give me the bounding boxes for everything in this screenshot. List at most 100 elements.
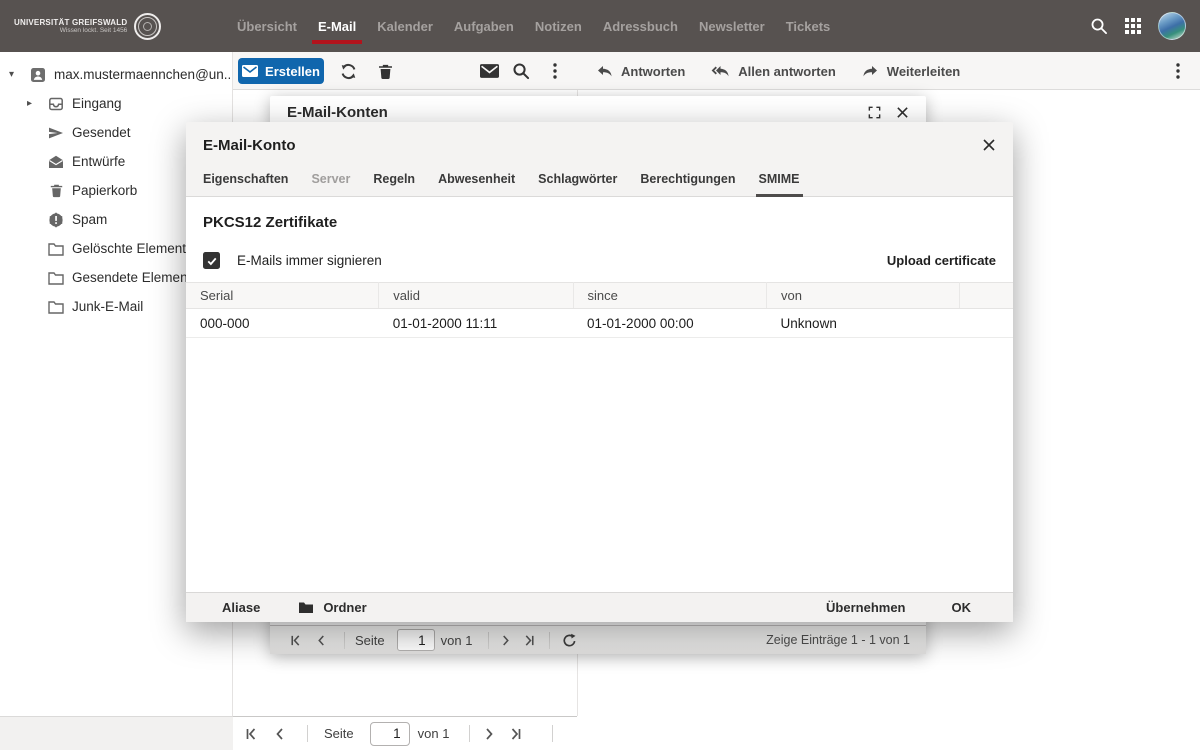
nav-tab-kalender[interactable]: Kalender <box>377 19 433 34</box>
compose-button[interactable]: Erstellen <box>238 58 324 84</box>
university-logo: UNIVERSITÄT GREIFSWALD Wissen lockt. Sei… <box>14 0 161 52</box>
grid-status-text: Zeige Einträge 1 - 1 von 1 <box>766 633 910 647</box>
reply-button[interactable]: Antworten <box>596 63 685 79</box>
column-serial[interactable]: Serial <box>186 283 379 309</box>
logo-title: UNIVERSITÄT GREIFSWALD <box>14 18 127 27</box>
account-dialog-tabs: Eigenschaften Server Regeln Abwesenheit … <box>186 168 1013 197</box>
tab-schlagwoerter[interactable]: Schlagwörter <box>538 168 617 196</box>
first-page-icon[interactable] <box>290 634 301 647</box>
table-header-row: Serial valid since von <box>186 283 1013 309</box>
nav-tab-uebersicht[interactable]: Übersicht <box>237 19 297 34</box>
cell-valid: 01-01-2000 11:11 <box>379 309 573 338</box>
reply-all-button[interactable]: Allen antworten <box>711 63 836 79</box>
nav-tab-tickets[interactable]: Tickets <box>786 19 831 34</box>
next-page-icon[interactable] <box>484 727 494 741</box>
user-avatar[interactable] <box>1158 12 1186 40</box>
accounts-grid-pagination: Seite von 1 Zeige Einträge 1 - 1 von 1 <box>270 625 926 654</box>
mail-account-row[interactable]: ▾ max.mustermaennchen@un... <box>0 60 232 89</box>
spam-icon <box>48 212 64 228</box>
column-since[interactable]: since <box>573 283 767 309</box>
tab-server: Server <box>311 168 350 196</box>
page-of-label: von 1 <box>418 726 450 741</box>
page-number-input[interactable] <box>397 629 435 651</box>
folder-icon <box>48 299 64 315</box>
nav-tab-adressbuch[interactable]: Adressbuch <box>603 19 678 34</box>
mail-list-pagination: Seite von 1 <box>233 716 577 750</box>
aliases-button[interactable]: Aliase <box>222 600 260 615</box>
more-options-icon[interactable] <box>543 59 567 83</box>
certificate-row[interactable]: 000-000 01-01-2000 11:11 01-01-2000 00:0… <box>186 309 1013 338</box>
certificates-table: Serial valid since von 000-000 01-01-200… <box>186 282 1013 338</box>
reply-arrow-icon <box>596 63 613 79</box>
nav-tab-newsletter[interactable]: Newsletter <box>699 19 765 34</box>
ok-button[interactable]: OK <box>952 600 972 615</box>
cell-since: 01-01-2000 00:00 <box>573 309 767 338</box>
close-icon[interactable] <box>982 138 996 152</box>
last-page-icon[interactable] <box>524 634 535 647</box>
page-number-input[interactable] <box>370 722 410 746</box>
email-account-dialog: E-Mail-Konto Eigenschaften Server Regeln… <box>186 122 1013 622</box>
account-label: max.mustermaennchen@un... <box>54 67 232 82</box>
nav-tab-aufgaben[interactable]: Aufgaben <box>454 19 514 34</box>
page-label: Seite <box>355 633 385 648</box>
refresh-icon[interactable] <box>336 59 360 83</box>
prev-page-icon[interactable] <box>317 634 326 647</box>
search-icon[interactable] <box>1090 17 1108 35</box>
university-seal-icon <box>134 13 161 40</box>
mail-toolbar: Erstellen Antworten Allen antworten <box>233 52 1200 90</box>
nav-tab-notizen[interactable]: Notizen <box>535 19 582 34</box>
forward-button[interactable]: Weiterleiten <box>862 63 960 79</box>
account-dialog-title: E-Mail-Konto <box>203 137 295 154</box>
nav-tab-email[interactable]: E-Mail <box>318 19 356 34</box>
folder-icon <box>48 241 64 257</box>
tab-berechtigungen[interactable]: Berechtigungen <box>640 168 735 196</box>
first-page-icon[interactable] <box>245 727 257 741</box>
sidebar-footer-strip <box>0 716 233 750</box>
section-title: PKCS12 Zertifikate <box>203 214 996 231</box>
account-person-icon <box>30 67 46 83</box>
app-grid-icon[interactable] <box>1125 18 1141 34</box>
folder-icon <box>298 601 314 614</box>
envelope-icon <box>242 65 258 77</box>
page-of-label: von 1 <box>441 633 473 648</box>
caret-down-icon[interactable]: ▾ <box>9 69 23 80</box>
mail-icon[interactable] <box>477 59 501 83</box>
forward-arrow-icon <box>862 63 879 79</box>
topbar: UNIVERSITÄT GREIFSWALD Wissen lockt. Sei… <box>0 0 1200 52</box>
app-nav: Übersicht E-Mail Kalender Aufgaben Notiz… <box>237 0 830 52</box>
send-icon <box>48 125 64 141</box>
page-label: Seite <box>324 726 354 741</box>
detail-more-options-icon[interactable] <box>1166 59 1190 83</box>
next-page-icon[interactable] <box>501 634 510 647</box>
column-valid[interactable]: valid <box>379 283 573 309</box>
reply-all-arrow-icon <box>711 63 730 79</box>
upload-certificate-button[interactable]: Upload certificate <box>887 253 996 268</box>
tab-regeln[interactable]: Regeln <box>373 168 415 196</box>
delete-icon[interactable] <box>373 59 397 83</box>
draft-envelope-icon <box>48 154 64 170</box>
cell-serial: 000-000 <box>186 309 379 338</box>
maximize-icon[interactable] <box>867 105 882 120</box>
cell-von: Unknown <box>767 309 960 338</box>
tab-smime[interactable]: SMIME <box>759 168 800 196</box>
tab-abwesenheit[interactable]: Abwesenheit <box>438 168 515 196</box>
folder-icon <box>48 270 64 286</box>
refresh-icon[interactable] <box>562 633 577 648</box>
close-icon[interactable] <box>896 106 909 119</box>
last-page-icon[interactable] <box>510 727 522 741</box>
column-actions <box>959 283 1013 309</box>
apply-button[interactable]: Übernehmen <box>826 600 905 615</box>
logo-subtitle: Wissen lockt. Seit 1456 <box>14 27 127 34</box>
sidebar-folder-eingang[interactable]: ▸ Eingang <box>0 89 232 118</box>
inbox-icon <box>48 96 64 112</box>
sign-always-checkbox[interactable] <box>203 252 220 269</box>
search-icon[interactable] <box>509 59 533 83</box>
sign-always-label: E-Mails immer signieren <box>237 253 382 268</box>
prev-page-icon[interactable] <box>275 727 285 741</box>
caret-right-icon[interactable]: ▸ <box>27 98 41 109</box>
folder-button[interactable]: Ordner <box>298 600 366 615</box>
column-von[interactable]: von <box>767 283 960 309</box>
tab-eigenschaften[interactable]: Eigenschaften <box>203 168 288 196</box>
accounts-dialog-title: E-Mail-Konten <box>287 104 388 121</box>
trash-icon <box>48 183 64 199</box>
